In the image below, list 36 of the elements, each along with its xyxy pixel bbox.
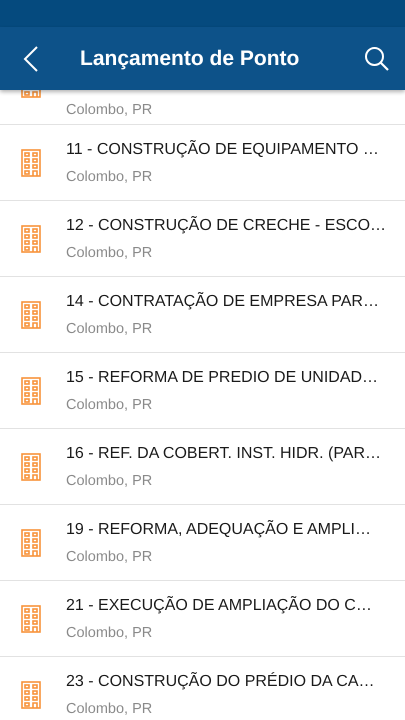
item-title: 11 - CONSTRUÇÃO DE EQUIPAMENTO … [66,140,379,158]
building-icon [21,224,41,252]
item-title: 16 - REF. DA COBERT. INST. HIDR. (PAR… [66,444,382,462]
building-icon [21,376,41,404]
item-location: Colombo, PR [66,548,154,564]
list-item[interactable]: 19 - REFORMA, ADEQUAÇÃO E AMPLI… Colombo, PR [0,505,405,581]
item-title: 15 - REFORMA DE PREDIO DE UNIDAD… [66,368,378,386]
list-item[interactable]: 16 - REF. DA COBERT. INST. HIDR. (PAR… Colombo, PR [0,429,405,505]
list-item[interactable]: 14 - CONTRATAÇÃO DE EMPRESA PAR… Colombo, PR [0,277,405,353]
item-title: 23 - CONSTRUÇÃO DO PRÉDIO DA CA… [66,672,374,690]
item-location: Colombo, PR [66,624,154,640]
item-location: Colombo, PR [66,244,154,260]
item-location: Colombo, PR [66,320,154,336]
building-icon [21,300,41,328]
building-icon [21,452,41,480]
item-title: 19 - REFORMA, ADEQUAÇÃO E AMPLI… [66,520,371,538]
list-item[interactable]: 11 - CONSTRUÇÃO DE EQUIPAMENTO … Colombo, PR [0,125,405,201]
list-item[interactable]: 15 - REFORMA DE PREDIO DE UNIDAD… Colombo, PR [0,353,405,429]
building-icon [21,604,41,632]
list-item[interactable]: 23 - CONSTRUÇÃO DO PRÉDIO DA CA… Colombo, PR [0,657,405,720]
search-icon[interactable] [364,46,390,72]
item-title: 12 - CONSTRUÇÃO DE CRECHE - ESCO… [66,216,386,234]
item-location: Colombo, PR [66,700,154,716]
building-icon [21,528,41,556]
building-icon [21,680,41,708]
back-icon[interactable] [22,44,40,74]
item-location: Colombo, PR [66,102,152,118]
item-title: 14 - CONTRATAÇÃO DE EMPRESA PAR… [66,292,379,310]
item-title: 21 - EXECUÇÃO DE AMPLIAÇÃO DO C… [66,596,372,614]
item-location: Colombo, PR [66,472,154,488]
list-item[interactable]: 21 - EXECUÇÃO DE AMPLIAÇÃO DO C… Colombo, PR [0,581,405,657]
item-location: Colombo, PR [66,396,154,412]
list-item[interactable]: 12 - CONSTRUÇÃO DE CRECHE - ESCO… Colombo, PR [0,201,405,277]
screen-title: Lançamento de Ponto [80,46,300,70]
item-location: Colombo, PR [66,168,154,184]
building-icon [21,148,41,176]
